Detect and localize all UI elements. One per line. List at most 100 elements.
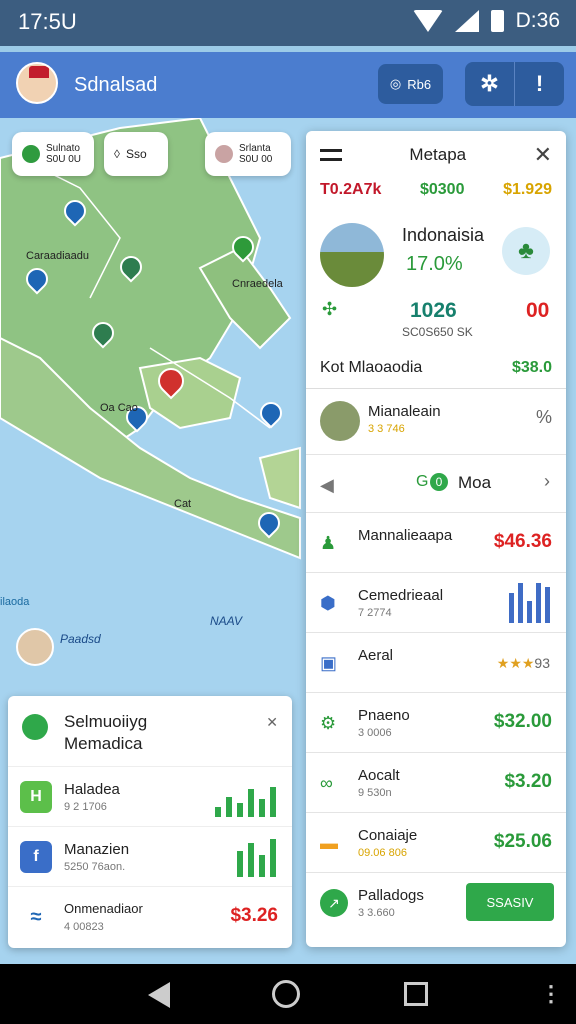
tree-icon: ♣ <box>502 227 550 275</box>
app-title: Sdnalsad <box>74 74 158 96</box>
stats-row: T0.2A7k $0300 $1.929 <box>306 179 566 199</box>
elephant-photo <box>320 223 384 287</box>
card-row[interactable]: H Haladea 9 2 1706 <box>8 766 292 826</box>
row-name: Aeral <box>358 647 394 664</box>
building-icon: ▣ <box>320 653 338 673</box>
filter-pill-button[interactable]: ◎ Rb6 <box>378 64 443 104</box>
route-icon: ≈ <box>20 901 52 933</box>
goma-badge: 0 <box>430 473 448 491</box>
row-sub: 7 2774 <box>358 607 392 619</box>
menu-icon[interactable] <box>320 149 342 161</box>
map-user-avatar[interactable] <box>16 628 54 666</box>
row-name: Onmenadiaor <box>64 901 143 916</box>
region-name: Indonaisia <box>402 225 485 245</box>
card-icon: ▬ <box>320 833 338 853</box>
card-row[interactable]: ≈ Onmenadiaor 4 00823 $3.26 <box>8 886 292 946</box>
map-label: Oa Cao <box>100 402 138 414</box>
chip-icon <box>22 145 40 163</box>
goma-row[interactable]: ◀ G 0 Moa › <box>306 455 566 513</box>
status-bar: 17:5U D:36 <box>0 0 576 46</box>
map-chip-3[interactable]: Srlanta S0U 00 <box>205 132 291 176</box>
map-label: Caraadiaadu <box>26 250 89 262</box>
collapse-icon[interactable]: ✕ <box>266 714 278 731</box>
chevron-right-icon[interactable]: › <box>544 471 550 492</box>
list-row[interactable]: ↗ Palladogs 3 3.660 SSASIV <box>306 873 566 933</box>
system-nav-bar: ⋮ <box>0 964 576 1024</box>
card-header: Selmuoiiyg Memadica ✕ <box>8 696 292 766</box>
arrow-icon: ↗ <box>320 889 348 917</box>
map-chip-2[interactable]: ◊ Sso <box>104 132 168 176</box>
row-name: Aocalt <box>358 767 400 784</box>
status-icons: D:36 <box>412 9 560 33</box>
row-value: $3.20 <box>504 771 552 792</box>
status-time: 17:5U <box>18 9 77 34</box>
row-value: $46.36 <box>493 531 552 552</box>
settings-icon: ✲ <box>480 71 499 96</box>
list-row[interactable]: ⬢ Cemedrieaal 7 2774 <box>306 573 566 633</box>
map-label: ilaoda <box>0 596 30 608</box>
stat-value: $1.929 <box>503 181 552 198</box>
cta-button[interactable]: SSASIV <box>466 883 554 921</box>
list-item-manalearin[interactable]: Mianaleain 3 3 746 % <box>306 389 566 455</box>
avatar[interactable] <box>16 62 58 104</box>
route-icon: ∞ <box>320 773 333 793</box>
row-name: Mannalieaapa <box>358 527 453 544</box>
row-sub: 09.06 806 <box>358 847 407 859</box>
map-label: NAAV <box>210 614 243 628</box>
shield-icon: ⬢ <box>320 593 336 613</box>
row-name: Haladea <box>64 781 120 798</box>
list-row[interactable]: ∞ Aocalt 9 530n $3.20 <box>306 753 566 813</box>
map-label: Cat <box>174 498 192 510</box>
more-button[interactable]: ! <box>515 62 564 106</box>
back-arrow-icon[interactable]: ◀ <box>320 475 334 496</box>
row-value: $25.06 <box>493 831 552 852</box>
list-row[interactable]: ▬ Conaiaje 09.06 806 $25.06 <box>306 813 566 873</box>
item-name: Mianaleain <box>368 403 441 420</box>
row-sub: 9 530n <box>358 787 392 799</box>
percent-icon[interactable]: % <box>536 407 552 428</box>
thumbnail <box>320 401 360 441</box>
wifi-icon <box>412 10 443 32</box>
goma-label: Moa <box>458 473 492 492</box>
row-value: $3.26 <box>230 905 278 926</box>
map-chip-label: Srlanta S0U 00 <box>239 143 273 165</box>
overflow-icon[interactable]: ⋮ <box>540 981 562 1007</box>
list-row[interactable]: ⚙ Pnaeno 3 0006 $32.00 <box>306 693 566 753</box>
region-count: 1026 <box>410 299 457 322</box>
row-name: Manazien <box>64 841 130 858</box>
card-row[interactable]: f Manazien 5250 76aon. <box>8 826 292 886</box>
list-row[interactable]: ▣ Aeral ★★★93 <box>306 633 566 693</box>
hero-section: Indonaisia 17.0% ♣ ✣ 1026 00 SC0S650 SK … <box>306 199 566 389</box>
chip-icon <box>215 145 233 163</box>
map-chip-1[interactable]: Sulnato S0U 0U <box>12 132 94 176</box>
card-title-1: Selmuoiiyg <box>64 712 148 731</box>
action-button-group: ✲ ! <box>465 62 564 106</box>
back-icon[interactable] <box>148 982 170 1008</box>
battery-icon <box>490 10 504 32</box>
row-sub: 4 00823 <box>64 921 104 933</box>
rating-value: 93 <box>534 655 550 671</box>
summary-card: Selmuoiiyg Memadica ✕ H Haladea 9 2 1706… <box>8 696 292 948</box>
figure-icon: ♟ <box>320 533 337 553</box>
recents-icon[interactable] <box>404 982 428 1006</box>
trend-graphic <box>215 775 276 817</box>
stat-value: T0.2A7k <box>320 181 382 198</box>
map-user-caption: Paadsd <box>60 632 101 646</box>
battery-text: D:36 <box>515 9 560 32</box>
row-name: Cemedrieaal <box>358 587 444 604</box>
app-icon: f <box>20 841 52 873</box>
rating-stars: ★★★93 <box>496 655 550 671</box>
bar-graphic <box>237 835 276 877</box>
close-icon[interactable]: ✕ <box>534 142 552 168</box>
row-name: Conaiaje <box>358 827 418 844</box>
row-sub: 3 0006 <box>358 727 392 739</box>
list-row[interactable]: ♟ Mannalieaapa $46.36 <box>306 513 566 573</box>
settings-button[interactable]: ✲ <box>465 62 515 106</box>
map-chip-label: Sulnato S0U 0U <box>46 143 82 165</box>
row-value: $32.00 <box>493 711 552 732</box>
home-icon[interactable] <box>272 980 300 1008</box>
item-sub: 3 3 746 <box>368 423 405 435</box>
location-shield-icon <box>22 714 48 740</box>
location-icon: ◎ <box>389 76 402 91</box>
map-chip-label: Sso <box>125 147 147 161</box>
